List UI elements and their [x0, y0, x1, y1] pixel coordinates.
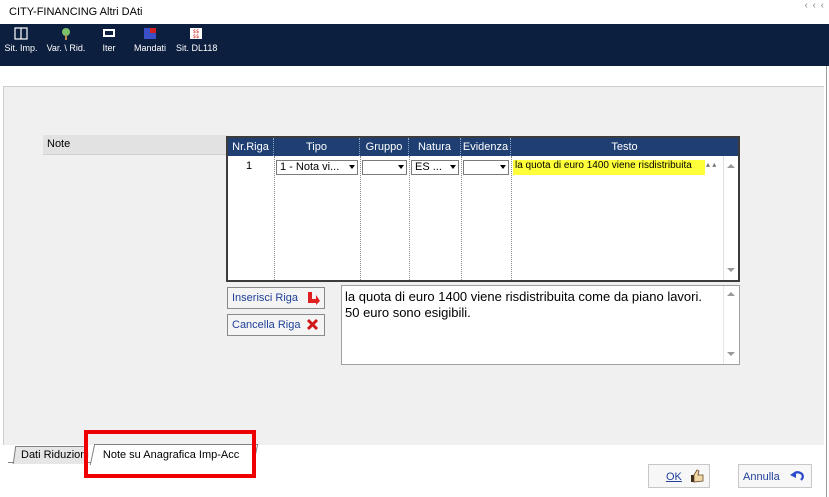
monitor-icon — [103, 29, 115, 37]
scroll-down-icon[interactable] — [727, 268, 735, 272]
chevron-down-icon — [349, 165, 355, 169]
row-number[interactable]: 1 — [246, 160, 252, 175]
notes-grid[interactable]: Nr.Riga Tipo Gruppo Natura Evidenza Test… — [226, 136, 740, 282]
delete-icon — [306, 318, 319, 331]
sit-dl118-button[interactable]: $$ $$ Sit. DL118 — [176, 27, 217, 53]
tree-icon — [62, 28, 70, 40]
grid-divider — [461, 156, 462, 280]
natura-select[interactable]: ES ... — [411, 160, 459, 175]
var-rid-button[interactable]: Var. \ Rid. — [44, 27, 88, 53]
book-icon — [14, 27, 28, 40]
delete-row-button[interactable]: Cancella Riga — [227, 314, 325, 336]
col-natura[interactable]: Natura — [409, 138, 461, 156]
col-testo[interactable]: Testo — [511, 138, 738, 156]
grid-divider — [274, 156, 275, 280]
note-section-label: Note — [43, 135, 227, 155]
iter-button[interactable]: Iter — [98, 27, 120, 53]
memo-scrollbar[interactable] — [723, 286, 739, 364]
ok-button[interactable]: OK — [648, 464, 710, 488]
window-border — [826, 66, 827, 497]
chevron-down-icon — [450, 165, 456, 169]
chevron-down-icon — [398, 165, 404, 169]
chevron-down-icon — [500, 165, 506, 169]
scroll-up-icon[interactable] — [727, 292, 735, 296]
thumbs-up-icon — [691, 469, 704, 483]
svg-text:$$: $$ — [193, 34, 199, 40]
grid-divider — [360, 156, 361, 280]
grid-divider — [511, 156, 512, 280]
tab-dati-riduzioni[interactable]: Dati Riduzioni — [12, 446, 89, 464]
gruppo-select[interactable] — [362, 160, 407, 175]
mandate-icon — [144, 28, 156, 39]
undo-icon — [790, 471, 804, 481]
window-title: CITY-FINANCING Altri DAti — [9, 6, 143, 18]
annotation-highlight-box — [84, 430, 256, 478]
cell-spinner[interactable]: ▴ ▴ — [706, 160, 720, 175]
grid-divider — [409, 156, 410, 280]
toolbar: Sit. Imp. Var. \ Rid. Iter Mandati $$ $$… — [0, 24, 829, 66]
grid-header: Nr.Riga Tipo Gruppo Natura Evidenza Test… — [228, 138, 738, 156]
note-text-area[interactable]: la quota di euro 1400 viene risdistribui… — [341, 285, 740, 365]
col-evidenza[interactable]: Evidenza — [461, 138, 511, 156]
dollar-icon: $$ $$ — [190, 28, 202, 40]
scroll-down-icon[interactable] — [727, 352, 735, 356]
tipo-select[interactable]: 1 - Nota vi... — [276, 160, 358, 175]
scroll-up-icon[interactable] — [727, 164, 735, 168]
col-tipo[interactable]: Tipo — [274, 138, 360, 156]
col-gruppo[interactable]: Gruppo — [360, 138, 409, 156]
insert-row-icon — [308, 292, 320, 305]
insert-row-button[interactable]: Inserisci Riga — [227, 287, 325, 309]
cancel-button[interactable]: Annulla — [738, 464, 812, 488]
col-nr-riga[interactable]: Nr.Riga — [228, 138, 274, 156]
evidenza-select[interactable] — [463, 160, 509, 175]
window-title-bar: CITY-FINANCING Altri DAti ‹ ‹ ‹ — [0, 0, 829, 25]
testo-cell[interactable]: la quota di euro 1400 viene risdistribui… — [513, 160, 705, 175]
window-controls[interactable]: ‹ ‹ ‹ — [804, 0, 825, 11]
mandati-button[interactable]: Mandati — [130, 27, 170, 53]
grid-scrollbar[interactable] — [723, 156, 738, 280]
sit-imp-button[interactable]: Sit. Imp. — [4, 27, 38, 53]
